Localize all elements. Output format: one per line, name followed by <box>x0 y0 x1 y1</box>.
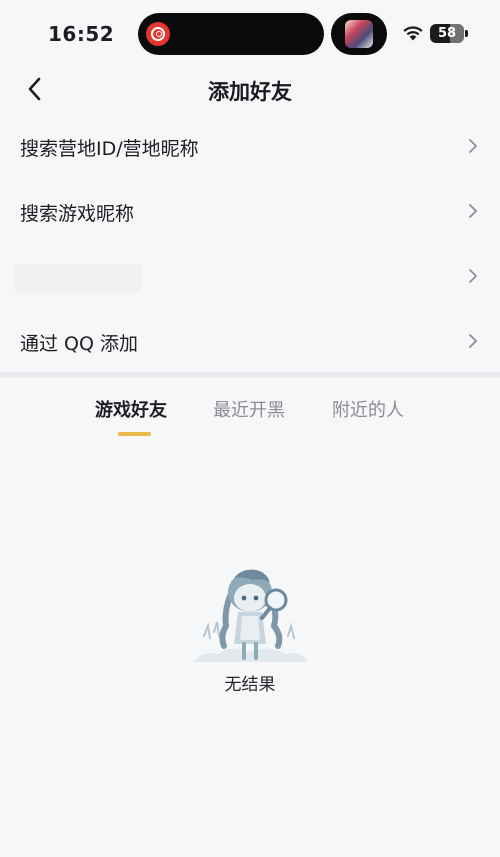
chevron-right-icon <box>469 139 477 153</box>
add-friend-screen: 16:52 58 添加好友 搜索营地ID/营地昵称 搜索游戏昵称 通过 QQ 添… <box>0 0 500 857</box>
chevron-right-icon <box>469 334 477 348</box>
music-app-icon[interactable] <box>146 22 170 46</box>
status-bar: 16:52 58 <box>0 0 500 62</box>
blank-option-row[interactable] <box>0 244 500 309</box>
section-divider <box>0 372 500 378</box>
menu-label-add-via-qq: 通过 QQ 添加 <box>20 333 138 355</box>
empty-state-text: 无结果 <box>224 675 276 695</box>
loading-placeholder <box>14 264 142 292</box>
tab-game-friends[interactable]: 游戏好友 <box>95 396 167 422</box>
dynamic-island[interactable] <box>138 13 324 55</box>
chevron-right-icon <box>469 269 477 283</box>
battery-percent: 58 <box>437 26 457 41</box>
wifi-icon <box>403 26 423 41</box>
menu-label-search-camp: 搜索营地ID/营地昵称 <box>20 138 199 160</box>
game-thumbnail-icon[interactable] <box>345 20 373 48</box>
search-game-nickname-row[interactable]: 搜索游戏昵称 <box>0 179 500 244</box>
battery-icon: 58 <box>430 24 468 43</box>
dynamic-island-activity[interactable] <box>331 13 387 55</box>
chevron-right-icon <box>469 204 477 218</box>
add-via-qq-row[interactable]: 通过 QQ 添加 <box>0 309 500 374</box>
menu-label-search-game: 搜索游戏昵称 <box>20 203 135 225</box>
search-camp-id-row[interactable]: 搜索营地ID/营地昵称 <box>0 114 500 179</box>
tab-recent-teammates[interactable]: 最近开黑 <box>213 396 285 422</box>
friend-tabs: 游戏好友 最近开黑 附近的人 <box>0 396 500 440</box>
tab-nearby-people[interactable]: 附近的人 <box>332 396 404 422</box>
add-friend-menu: 搜索营地ID/营地昵称 搜索游戏昵称 通过 QQ 添加 <box>0 114 500 374</box>
empty-state-illustration <box>194 569 308 662</box>
page-title: 添加好友 <box>208 80 292 104</box>
active-tab-indicator <box>118 432 151 436</box>
nav-bar: 添加好友 <box>0 62 500 116</box>
status-time: 16:52 <box>48 22 115 46</box>
